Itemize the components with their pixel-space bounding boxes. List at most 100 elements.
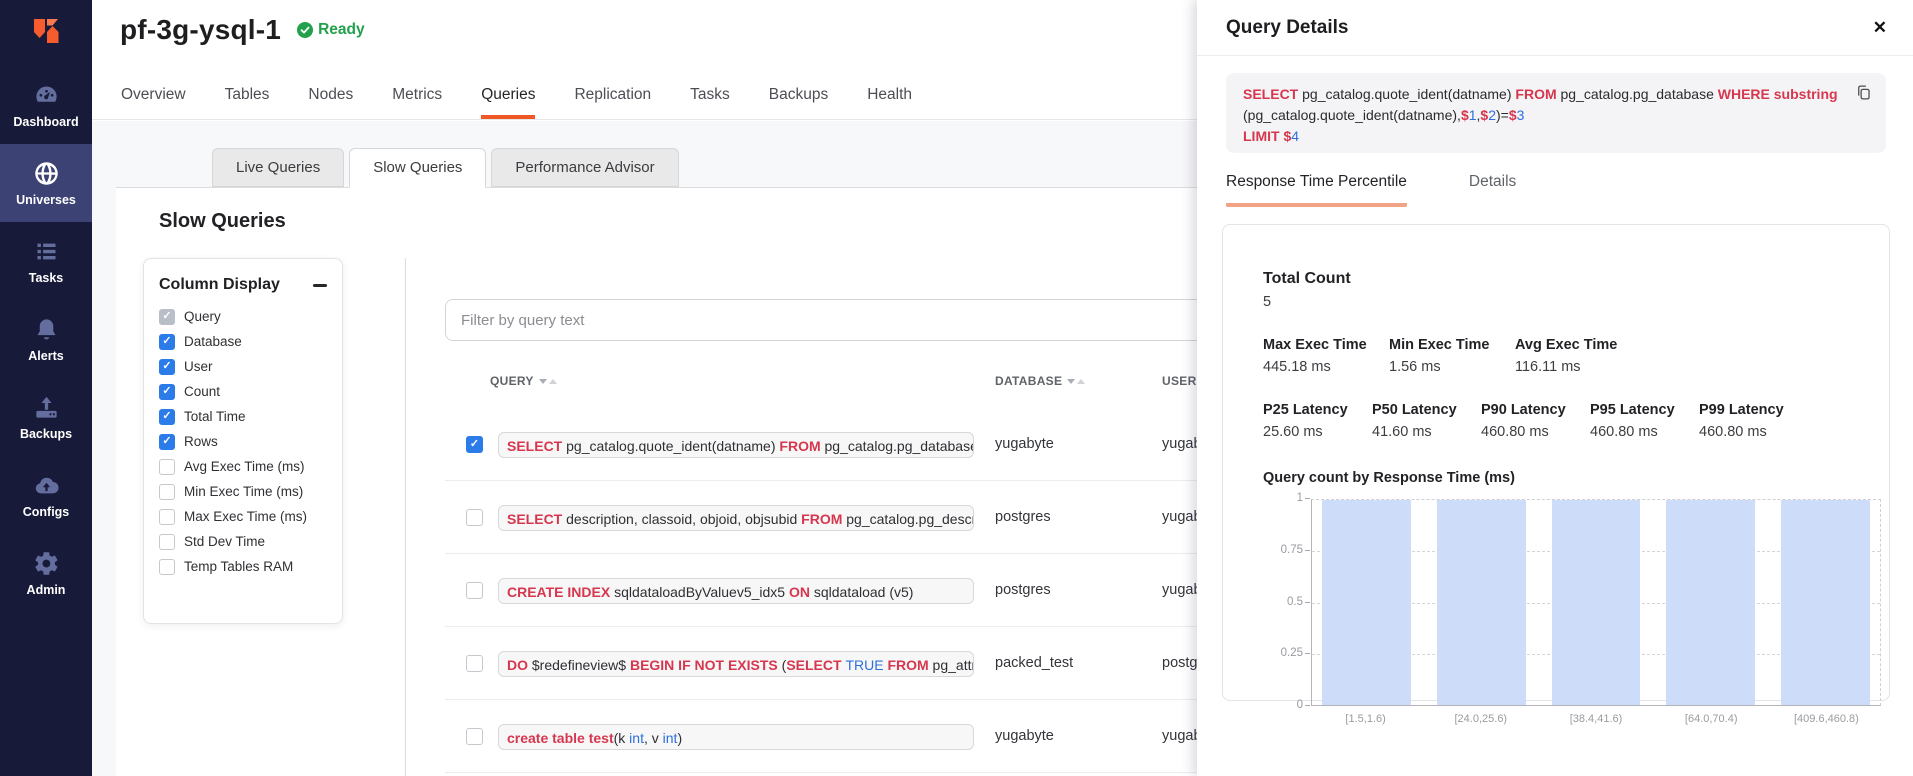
- tab-queries[interactable]: Queries: [481, 86, 535, 119]
- sql-keyword: $: [1509, 107, 1517, 123]
- column-option-label: Total Time: [184, 409, 246, 424]
- sidebar-nav: DashboardUniversesTasks Alerts Backups Conf…: [0, 66, 92, 612]
- column-option-label: User: [184, 359, 213, 374]
- stat-label: P95 Latency: [1590, 402, 1677, 418]
- sidebar-item-universes[interactable]: Universes: [0, 144, 92, 222]
- percentile-card: Total Count 5 Max Exec Time445.18 msMin …: [1222, 224, 1890, 701]
- yugabyte-logo[interactable]: [0, 0, 92, 66]
- sql-keyword: LIMIT: [1243, 128, 1283, 144]
- tab-replication[interactable]: Replication: [574, 86, 651, 119]
- column-option-user: User: [159, 354, 327, 379]
- tab-overview[interactable]: Overview: [121, 86, 186, 119]
- sql-keyword: DO: [507, 657, 532, 673]
- sidebar-item-label: Alerts: [28, 349, 63, 363]
- checkbox[interactable]: [159, 534, 175, 550]
- universe-tabs: Overview Tables Nodes Metrics Queries Replica…: [121, 86, 912, 119]
- query-cell[interactable]: DO $redefineview$ BEGIN IF NOT EXISTS (S…: [498, 651, 974, 677]
- sidebar-item-tasks[interactable]: Tasks: [0, 222, 92, 300]
- subtab-slow-queries[interactable]: Slow Queries: [349, 148, 486, 188]
- tab-metrics[interactable]: Metrics: [392, 86, 442, 119]
- sql-token: 1: [1469, 107, 1477, 123]
- stat-value: 1.56 ms: [1389, 359, 1493, 375]
- column-option-total-time: Total Time: [159, 404, 327, 429]
- sidebar-item-backups[interactable]: Backups: [0, 378, 92, 456]
- column-header-label: DATABASE: [995, 374, 1062, 388]
- column-option-label: Min Exec Time (ms): [184, 484, 303, 499]
- sort-icon[interactable]: [539, 379, 557, 384]
- query-cell[interactable]: CREATE INDEX sqldataloadByValuev5_idx5 O…: [498, 578, 974, 604]
- y-axis-tick: 0: [1267, 699, 1303, 711]
- sql-keyword: $: [1461, 107, 1469, 123]
- checkbox[interactable]: [159, 434, 175, 450]
- checkbox[interactable]: [159, 334, 175, 350]
- stat-value: 41.60 ms: [1372, 424, 1459, 440]
- sql-token: int: [663, 730, 678, 746]
- checkbox[interactable]: [159, 309, 175, 325]
- subtab-live-queries[interactable]: Live Queries: [212, 148, 344, 187]
- details-tab-details[interactable]: Details: [1469, 173, 1516, 207]
- x-axis-label: [64.0,70.4): [1667, 713, 1756, 725]
- yugabyte-logo-icon: [26, 13, 66, 53]
- collapse-icon[interactable]: [313, 284, 327, 287]
- sidebar-item-label: Configs: [23, 505, 70, 519]
- y-axis-tick: 0.75: [1267, 544, 1303, 556]
- chart-plot: [1311, 499, 1881, 706]
- query-cell[interactable]: SELECT description, classoid, objoid, ob…: [498, 505, 974, 531]
- stat-p25-latency: P25 Latency25.60 ms: [1263, 402, 1350, 440]
- details-tabs: Response Time Percentile Details: [1226, 173, 1516, 207]
- latency-stats: P25 Latency25.60 msP50 Latency41.60 msP9…: [1263, 402, 1889, 440]
- sql-keyword: FROM: [801, 511, 846, 527]
- checkbox[interactable]: [159, 384, 175, 400]
- row-checkbox[interactable]: [466, 655, 483, 672]
- stat-label: P25 Latency: [1263, 402, 1350, 418]
- checkbox[interactable]: [159, 559, 175, 575]
- row-checkbox[interactable]: [466, 436, 483, 453]
- checkbox[interactable]: [159, 459, 175, 475]
- stat-value: 460.80 ms: [1481, 424, 1568, 440]
- sort-icon[interactable]: [1067, 379, 1085, 384]
- column-header-database[interactable]: DATABASE: [995, 374, 1085, 388]
- tab-nodes[interactable]: Nodes: [308, 86, 353, 119]
- tab-backups[interactable]: Backups: [769, 86, 828, 119]
- column-header-user[interactable]: USER: [1162, 374, 1197, 388]
- close-icon[interactable]: ✕: [1873, 18, 1887, 38]
- sql-token: TRUE: [845, 657, 887, 673]
- query-cell[interactable]: SELECT pg_catalog.quote_ident(datname) F…: [498, 432, 974, 458]
- sidebar-item-admin[interactable]: Admin: [0, 534, 92, 612]
- details-tab-response-time-percentile[interactable]: Response Time Percentile: [1226, 173, 1407, 207]
- sql-token: 4: [1291, 128, 1299, 144]
- checkbox[interactable]: [159, 484, 175, 500]
- column-display-title: Column Display: [159, 276, 280, 294]
- backups-upload-icon: [33, 394, 60, 421]
- sidebar-item-alerts[interactable]: Alerts: [0, 300, 92, 378]
- database-cell: postgres: [995, 582, 1051, 598]
- x-axis-label: [38.4,41.6): [1551, 713, 1640, 725]
- copy-icon[interactable]: [1854, 83, 1873, 102]
- sql-keyword: CREATE INDEX: [507, 584, 614, 600]
- sql-keyword: BEGIN IF NOT EXISTS: [630, 657, 782, 673]
- database-cell: postgres: [995, 509, 1051, 525]
- stat-label: P99 Latency: [1699, 402, 1786, 418]
- column-header-query[interactable]: QUERY: [490, 374, 557, 388]
- column-option-std-dev-time: Std Dev Time: [159, 529, 327, 554]
- query-cell[interactable]: create table test(k int, v int): [498, 724, 974, 750]
- checkbox[interactable]: [159, 359, 175, 375]
- row-checkbox[interactable]: [466, 728, 483, 745]
- tab-tables[interactable]: Tables: [225, 86, 270, 119]
- universes-globe-icon: [33, 160, 60, 187]
- tab-tasks[interactable]: Tasks: [690, 86, 730, 119]
- checkbox[interactable]: [159, 409, 175, 425]
- sql-text: pg_catalog.pg_descripti…: [846, 511, 974, 527]
- total-count: Total Count 5: [1263, 270, 1889, 310]
- sql-token: 2: [1488, 107, 1496, 123]
- sql-keyword: SELECT: [786, 657, 845, 673]
- sidebar-item-configs[interactable]: Configs: [0, 456, 92, 534]
- row-checkbox[interactable]: [466, 509, 483, 526]
- tab-health[interactable]: Health: [867, 86, 912, 119]
- sidebar-item-dashboard[interactable]: Dashboard: [0, 66, 92, 144]
- subtab-performance-advisor[interactable]: Performance Advisor: [491, 148, 678, 187]
- stat-label: Avg Exec Time: [1515, 337, 1619, 353]
- row-checkbox[interactable]: [466, 582, 483, 599]
- query-filter-input[interactable]: [445, 299, 1205, 341]
- checkbox[interactable]: [159, 509, 175, 525]
